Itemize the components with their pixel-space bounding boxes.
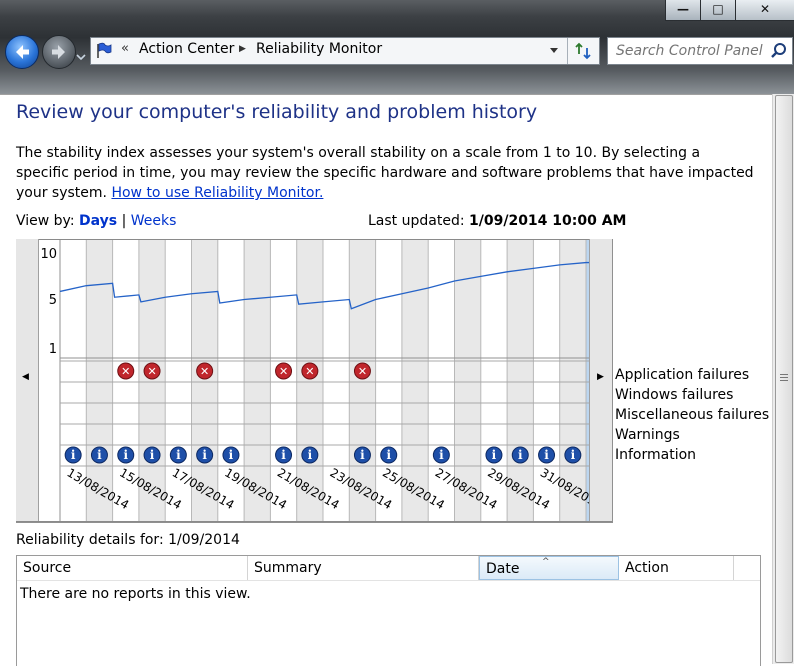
back-arrow-icon	[16, 45, 29, 59]
failure-x-mark: ✕	[305, 365, 314, 378]
help-link[interactable]: How to use Reliability Monitor.	[111, 185, 323, 201]
column-header-source[interactable]: Source	[17, 556, 248, 580]
page-title: Review your computer's reliability and p…	[16, 101, 538, 123]
scrollbar-thumb[interactable]	[775, 95, 793, 663]
refresh-icon[interactable]	[573, 41, 593, 61]
address-bar[interactable]: « Action Center ▶ Reliability Monitor	[90, 37, 600, 65]
column-header-summary[interactable]: Summary	[248, 556, 479, 580]
event-row-labels: Application failures Windows failures Mi…	[615, 365, 769, 465]
last-updated: Last updated: 1/09/2014 10:00 AM	[368, 213, 627, 229]
back-button[interactable]	[5, 35, 39, 69]
breadcrumb-action-center[interactable]: Action Center	[139, 41, 234, 57]
failure-x-mark: ✕	[358, 365, 367, 378]
view-by-label: View by:	[16, 213, 75, 229]
title-bar: — □ ✕ « Action Center ▶ Reliability Moni…	[0, 0, 794, 94]
information-i-mark: i	[360, 448, 365, 462]
view-by-days[interactable]: Days	[79, 213, 117, 229]
search-box[interactable]	[607, 37, 793, 65]
reliability-chart-svg: 1051✕ ✕ ✕ ✕ ✕ ✕i i i i i i i i i i i i i i i i13/08/201415/0…	[16, 239, 612, 522]
column-header-date-label: Date	[486, 561, 520, 577]
y-tick-label: 10	[40, 247, 57, 262]
chevron-down-icon	[76, 54, 86, 61]
breadcrumb-separator-icon[interactable]: ▶	[239, 44, 246, 54]
scroll-left-arrow-icon[interactable]: ◀	[22, 372, 29, 382]
row-label-warnings: Warnings	[615, 427, 680, 443]
information-i-mark: i	[571, 448, 576, 462]
row-label-information: Information	[615, 447, 697, 463]
failure-x-mark: ✕	[200, 365, 209, 378]
row-label-application-failures: Application failures	[615, 367, 750, 383]
information-i-mark: i	[71, 448, 76, 462]
reports-table: Source Summary Date ^ Action There are n…	[16, 555, 761, 666]
failure-x-mark: ✕	[121, 365, 130, 378]
column-header-action[interactable]: Action	[619, 556, 734, 580]
information-i-mark: i	[123, 448, 128, 462]
information-i-mark: i	[176, 448, 181, 462]
information-i-mark: i	[150, 448, 155, 462]
information-i-mark: i	[229, 448, 234, 462]
information-i-mark: i	[439, 448, 444, 462]
y-axis-area	[38, 239, 60, 521]
maximize-button[interactable]: □	[700, 0, 736, 21]
close-button[interactable]: ✕	[735, 0, 794, 21]
chart-scroll-left[interactable]: ◀	[16, 239, 39, 521]
row-label-misc-failures: Miscellaneous failures	[615, 407, 770, 423]
information-i-mark: i	[386, 448, 391, 462]
search-icon[interactable]	[770, 42, 788, 60]
forward-arrow-icon	[52, 45, 65, 59]
y-tick-label: 5	[49, 293, 57, 308]
failure-x-mark: ✕	[279, 365, 288, 378]
action-center-flag-icon	[97, 42, 112, 58]
y-tick-label: 1	[49, 342, 57, 357]
address-dropdown-icon[interactable]	[549, 47, 559, 55]
information-i-mark: i	[544, 448, 549, 462]
view-by-separator: |	[121, 213, 127, 229]
information-i-mark: i	[202, 448, 207, 462]
empty-message: There are no reports in this view.	[20, 586, 251, 602]
information-i-mark: i	[492, 448, 497, 462]
view-by-weeks[interactable]: Weeks	[131, 213, 177, 229]
breadcrumb-overflow[interactable]: «	[121, 41, 129, 56]
breadcrumb-reliability-monitor[interactable]: Reliability Monitor	[256, 41, 382, 57]
minimize-button[interactable]: —	[665, 0, 701, 21]
sort-arrow-icon: ^	[542, 557, 550, 567]
information-i-mark: i	[308, 448, 313, 462]
failure-x-mark: ✕	[147, 365, 156, 378]
row-label-windows-failures: Windows failures	[615, 387, 734, 403]
information-i-mark: i	[281, 448, 286, 462]
details-title: Reliability details for: 1/09/2014	[16, 532, 240, 548]
last-updated-value: 1/09/2014 10:00 AM	[469, 213, 627, 229]
description-text: The stability index assesses your system…	[16, 143, 756, 203]
search-input[interactable]	[614, 41, 768, 61]
scroll-right-arrow-icon[interactable]: ▶	[597, 372, 604, 382]
last-updated-label: Last updated:	[368, 213, 465, 229]
recent-pages-dropdown[interactable]	[76, 46, 86, 61]
chart-scroll-right[interactable]: ▶	[589, 239, 612, 521]
column-header-date[interactable]: Date ^	[479, 556, 619, 580]
information-i-mark: i	[97, 448, 102, 462]
forward-button[interactable]	[42, 35, 76, 69]
information-i-mark: i	[518, 448, 523, 462]
view-by-selector: View by: Days | Weeks	[16, 213, 176, 229]
